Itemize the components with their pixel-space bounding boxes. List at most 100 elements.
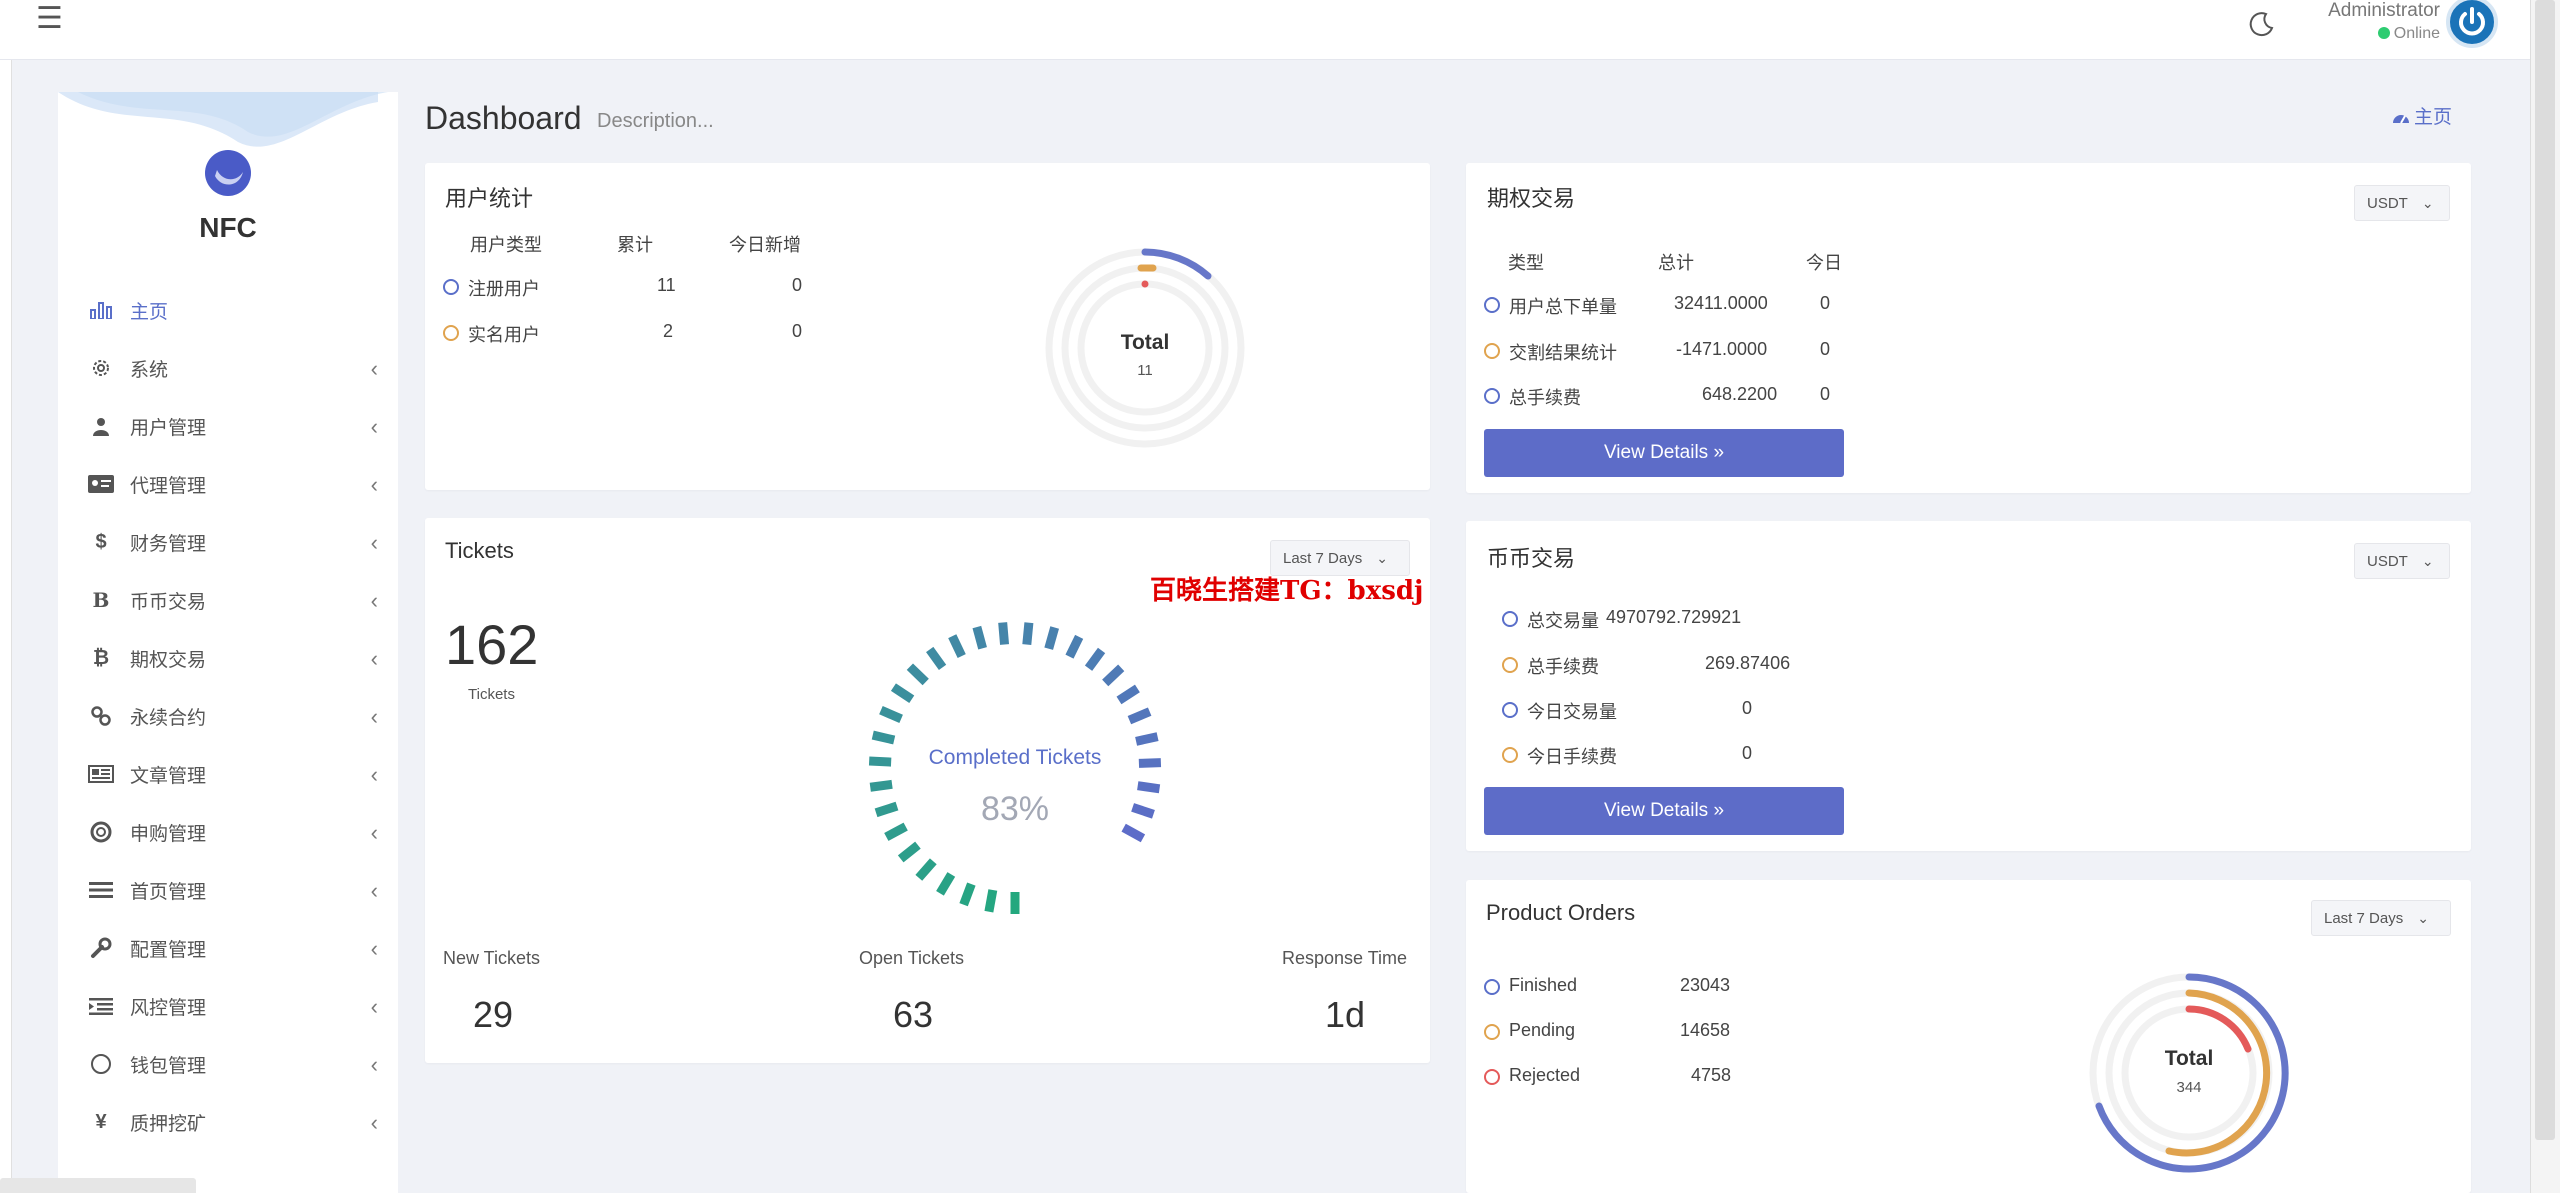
- gauge-segment: [897, 841, 921, 863]
- gauge-segment: [936, 872, 956, 896]
- sidebar-item-label: 永续合约: [130, 707, 207, 729]
- trade-total: 648.2200: [1702, 384, 1778, 404]
- sidebar: NFC 主页 系统 ‹ 用户管理 ‹ 代理管理 ‹ $ 财务管理 ‹ B 币币交…: [58, 92, 398, 1193]
- sidebar-item-options[interactable]: ₿ 期权交易 ‹: [86, 638, 386, 678]
- tickets-title: Tickets: [445, 538, 514, 563]
- power-icon[interactable]: [2446, 0, 2498, 48]
- gauge-segment: [984, 889, 998, 913]
- coin-value: 4970792.729921: [1606, 607, 1742, 627]
- period-select-value: Last 7 Days: [2324, 910, 2404, 927]
- gauge-segment: [1102, 664, 1125, 687]
- breadcrumb-home-label: 主页: [2414, 107, 2453, 128]
- sidebar-item-spot-trading[interactable]: B 币币交易 ‹: [86, 580, 386, 620]
- period-select-value: Last 7 Days: [1283, 550, 1363, 567]
- currency-select[interactable]: USDT ⌄: [2354, 543, 2450, 579]
- column-header: 累计: [617, 235, 653, 255]
- order-label: Rejected: [1509, 1065, 1581, 1085]
- user-today: 0: [792, 321, 803, 341]
- sidebar-item-system[interactable]: 系统 ‹: [86, 348, 386, 388]
- sidebar-item-label: 文章管理: [130, 765, 207, 787]
- left-edge: [0, 60, 12, 1193]
- sidebar-item-homepage[interactable]: 首页管理 ‹: [86, 870, 386, 910]
- product-orders-title: Product Orders: [1486, 900, 1636, 925]
- sidebar-item-label: 系统: [130, 359, 169, 381]
- view-details-button[interactable]: View Details »: [1484, 787, 1844, 835]
- user-type: 实名用户: [468, 325, 540, 345]
- gauge-segment: [915, 858, 937, 881]
- page-title: Dashboard: [425, 100, 582, 136]
- sidebar-item-users[interactable]: 用户管理 ‹: [86, 406, 386, 446]
- stat-label: Response Time: [1282, 948, 1408, 968]
- column-header: 总计: [1658, 253, 1694, 273]
- gauge-segment: [1116, 684, 1140, 705]
- newspaper-icon: [86, 763, 116, 785]
- legend-dot: [443, 279, 459, 295]
- user-tie-icon: [86, 415, 116, 437]
- menu-icon[interactable]: ☰: [36, 4, 66, 34]
- chevron-left-icon: ‹: [370, 936, 378, 961]
- gauge-segment: [948, 634, 966, 658]
- chevron-left-icon: ‹: [370, 646, 378, 671]
- chevron-left-icon: ‹: [370, 588, 378, 613]
- chevron-left-icon: ‹: [370, 1052, 378, 1077]
- sidebar-item-home[interactable]: 主页: [86, 290, 386, 330]
- sidebar-item-label: 币币交易: [130, 591, 207, 613]
- online-dot: [2377, 27, 2390, 39]
- chevron-left-icon: ‹: [370, 414, 378, 439]
- breadcrumb-home-link[interactable]: 主页: [2392, 102, 2452, 129]
- sidebar-item-articles[interactable]: 文章管理 ‹: [86, 754, 386, 794]
- currency-select[interactable]: USDT ⌄: [2354, 185, 2450, 221]
- legend-dot: [1484, 1069, 1500, 1085]
- link-icon: [86, 705, 116, 727]
- orders-donut-chart: [2089, 973, 2289, 1173]
- stat-value: 63: [893, 994, 934, 1035]
- coin-label: 今日手续费: [1527, 747, 1617, 767]
- gauge-segment: [1135, 732, 1159, 746]
- dashboard-icon: [2393, 115, 2409, 124]
- sidebar-item-label: 配置管理: [130, 939, 207, 961]
- column-header: 今日: [1806, 253, 1842, 273]
- order-value: 4758: [1691, 1065, 1732, 1085]
- gauge-segment: [959, 882, 976, 907]
- stat-label: New Tickets: [443, 948, 541, 968]
- sidebar-item-risk-control[interactable]: 风控管理 ‹: [86, 986, 386, 1026]
- column-header: 类型: [1508, 253, 1544, 273]
- legend-dot: [1502, 657, 1518, 673]
- period-select[interactable]: Last 7 Days ⌄: [2311, 900, 2451, 936]
- tickets-count-label: Tickets: [468, 686, 515, 703]
- gauge-segment: [1044, 626, 1059, 650]
- sidebar-item-wallet[interactable]: 钱包管理 ‹: [86, 1044, 386, 1084]
- chevron-left-icon: ‹: [370, 762, 378, 787]
- sidebar-item-label: 期权交易: [130, 649, 207, 671]
- trade-today: 0: [1820, 384, 1831, 404]
- letter-b-icon: B: [92, 588, 110, 612]
- gauge-segment: [1137, 781, 1161, 794]
- stat-value: 29: [473, 994, 514, 1035]
- gauge-segment: [1022, 622, 1034, 645]
- options-trading-title: 期权交易: [1487, 186, 1576, 211]
- sidebar-item-config[interactable]: 配置管理 ‹: [86, 928, 386, 968]
- bar-chart-icon: [86, 299, 116, 321]
- stat-value: 1d: [1325, 994, 1366, 1035]
- chevron-left-icon: ‹: [370, 704, 378, 729]
- chevron-left-icon: ‹: [370, 820, 378, 845]
- sidebar-item-label: 财务管理: [130, 533, 207, 555]
- admin-name: Administrator: [2328, 0, 2440, 21]
- sidebar-item-subscription[interactable]: 申购管理 ‹: [86, 812, 386, 852]
- chevron-down-icon: ⌄: [2421, 553, 2434, 569]
- gauge-segment: [890, 683, 915, 704]
- list-icon: [86, 879, 116, 901]
- donut-center-label: Total: [1120, 331, 1170, 354]
- sidebar-item-label: 代理管理: [130, 475, 207, 497]
- column-header: 用户类型: [470, 235, 542, 255]
- sidebar-item-agents[interactable]: 代理管理 ‹: [86, 464, 386, 504]
- moon-icon[interactable]: [2246, 8, 2278, 40]
- sidebar-item-perpetual[interactable]: 永续合约 ‹: [86, 696, 386, 736]
- sidebar-wave-decoration: [58, 92, 388, 147]
- gauge-segment: [879, 706, 903, 724]
- sidebar-item-finance[interactable]: $ 财务管理 ‹: [86, 522, 386, 562]
- scrollbar-thumb[interactable]: [2535, 0, 2555, 1140]
- view-details-button[interactable]: View Details »: [1484, 429, 1844, 477]
- order-label: Finished: [1509, 975, 1578, 995]
- sidebar-item-staking[interactable]: ¥ 质押挖矿 ‹: [86, 1102, 386, 1142]
